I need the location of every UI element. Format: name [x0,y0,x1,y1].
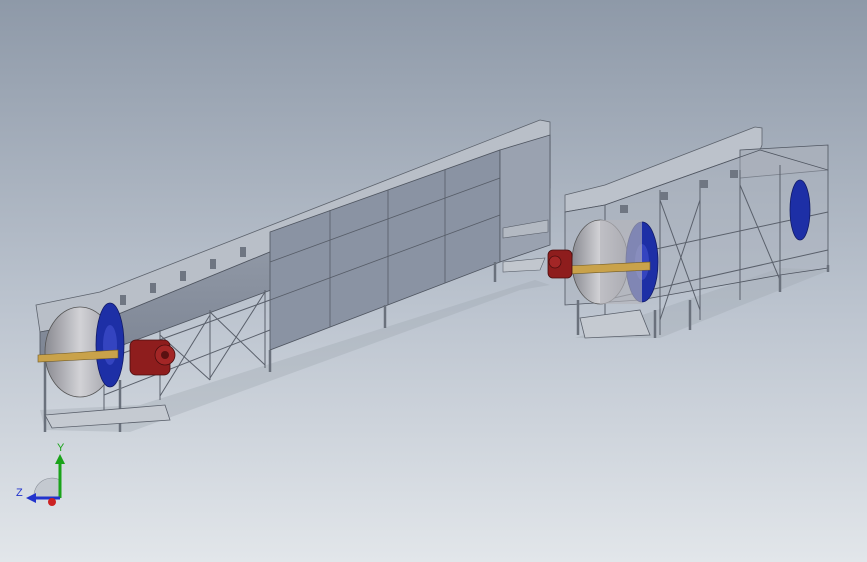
y-axis-arrow [55,454,65,464]
triad-base-arc [33,477,61,499]
end-box-shelf [502,257,546,273]
short-machine-motor [547,249,573,279]
model-scene[interactable] [0,0,867,562]
view-orientation-triad: Y Z [16,442,65,506]
short-machine-base [579,309,651,339]
z-axis-label: Z [16,487,23,499]
long-machine-motor [129,339,176,376]
short-conveyor-machine[interactable] [547,126,830,339]
long-machine-end-box [499,134,551,263]
y-axis-label: Y [57,442,65,454]
graphics-viewport[interactable]: Y Z [0,0,867,562]
long-conveyor-machine[interactable] [35,119,551,432]
short-machine-far-disc [789,179,811,241]
x-axis-dot [48,498,56,506]
z-axis-arrow [26,493,36,503]
